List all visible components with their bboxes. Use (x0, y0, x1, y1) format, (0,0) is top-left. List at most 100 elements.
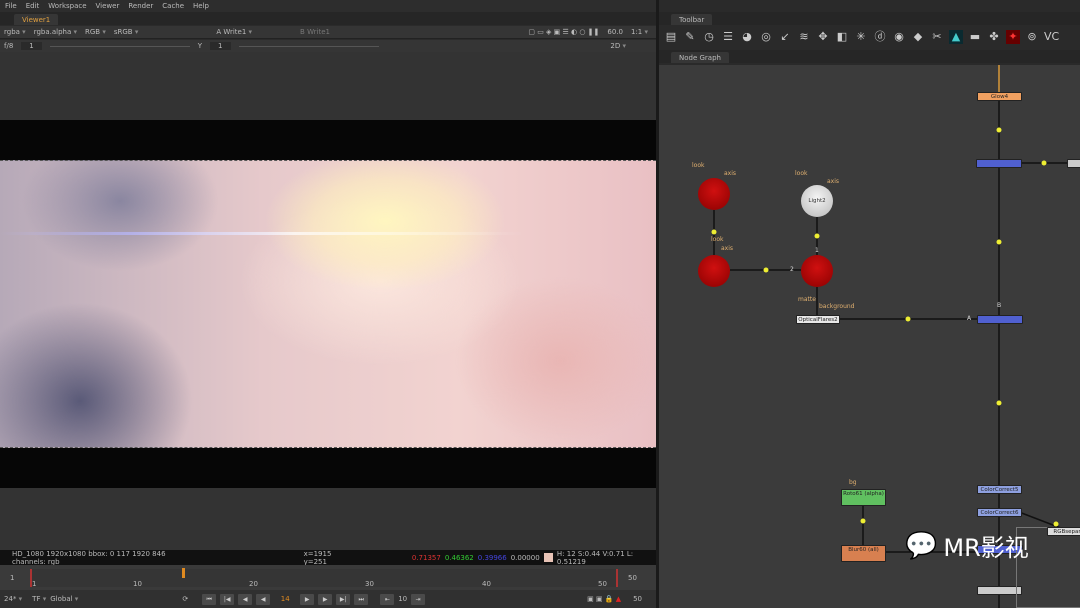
filter-icon[interactable]: ◎ (759, 30, 773, 44)
input-label-bg: bg (849, 479, 857, 486)
3d-icon[interactable]: ◧ (835, 30, 849, 44)
playhead[interactable] (182, 568, 185, 578)
zoom-select[interactable]: 1:1 (631, 28, 648, 36)
tab-viewer1[interactable]: Viewer1 (14, 14, 59, 25)
time-icon[interactable]: ◷ (702, 30, 716, 44)
menu-cache[interactable]: Cache (162, 2, 184, 10)
gamma-slider[interactable] (238, 45, 379, 47)
node-offscreen[interactable] (1067, 159, 1080, 168)
last-frame-button[interactable]: ⏭ (354, 593, 369, 605)
node-camera-2[interactable] (698, 255, 730, 287)
sapphire-icon[interactable]: ✦ (1006, 30, 1020, 44)
node-blur60[interactable]: Blur60 (all) (841, 545, 886, 562)
node-colorcorrect5[interactable]: ColorCorrect5 (977, 485, 1022, 494)
input-b-select[interactable]: B Write1 (300, 28, 330, 36)
tf-select[interactable]: TF (32, 595, 46, 603)
input-label-look: look (711, 236, 724, 243)
skip-back-button[interactable]: ⇤ (380, 593, 395, 605)
menu-workspace[interactable]: Workspace (48, 2, 86, 10)
plugin-icon[interactable]: ▲ (949, 30, 963, 44)
node-opticalflares2[interactable]: OpticalFlares2 (796, 315, 840, 324)
transform-icon[interactable]: ✥ (816, 30, 830, 44)
gamma-input[interactable]: 1 (210, 42, 231, 50)
input-label-look: look (692, 162, 705, 169)
cache-icon[interactable]: ⟳ (182, 595, 188, 603)
prev-frame-button[interactable]: ◀ (238, 593, 253, 605)
viewer-tools-icons[interactable]: ▢ ▭ ◈ ▣ ☰ ◐ ○ ❚❚ (528, 28, 599, 36)
first-frame-button[interactable]: ⏮ (202, 593, 217, 605)
deep-icon[interactable]: ⓓ (873, 30, 887, 44)
cursor-coords: x=1915 y=251 (303, 549, 332, 566)
draw-icon[interactable]: ✎ (683, 30, 697, 44)
menu-bar: File Edit Workspace Viewer Render Cache … (0, 0, 658, 12)
fps-select[interactable]: 24* (4, 595, 22, 603)
play-backward-button[interactable]: ◀ (256, 593, 271, 605)
lut-select[interactable]: sRGB (114, 28, 139, 36)
gain-input[interactable]: 1 (21, 42, 42, 50)
other-icon[interactable]: ▬ (968, 30, 982, 44)
input-label-matte: matte (798, 296, 816, 303)
toolsets-icon[interactable]: ✂ (930, 30, 944, 44)
node-colorcorrect6[interactable]: ColorCorrect6 (977, 508, 1022, 517)
menu-file[interactable]: File (5, 2, 17, 10)
view-mode-select[interactable]: 2D (610, 42, 626, 50)
node-merge-plus[interactable] (977, 315, 1023, 324)
menu-help[interactable]: Help (193, 2, 209, 10)
channels-select[interactable]: rgba (4, 28, 26, 36)
play-button[interactable]: ▶ (300, 593, 315, 605)
menu-viewer[interactable]: Viewer (96, 2, 120, 10)
tab-node-graph[interactable]: Node Graph (671, 52, 729, 63)
fps-field[interactable]: 60.0 (607, 28, 623, 36)
vc-icon[interactable]: VC (1044, 30, 1059, 44)
merge-icon[interactable]: ≋ (797, 30, 811, 44)
node-light2[interactable]: Light2 (801, 185, 833, 217)
furnace-icon[interactable]: ✤ (987, 30, 1001, 44)
menu-render[interactable]: Render (128, 2, 153, 10)
alpha-select[interactable]: rgba.alpha (34, 28, 77, 36)
input-label-background: background (819, 303, 855, 310)
viewer-tabbar: Viewer1 (0, 12, 656, 25)
frame-step[interactable]: 10 (398, 595, 407, 603)
next-key-button[interactable]: ▶| (336, 593, 351, 605)
prev-key-button[interactable]: |◀ (220, 593, 235, 605)
tab-toolbar[interactable]: Toolbar (671, 14, 713, 25)
next-frame-button[interactable]: ▶ (318, 593, 333, 605)
particles-icon[interactable]: ✳ (854, 30, 868, 44)
input-label-axis: axis (724, 170, 737, 177)
input-a-select[interactable]: A Write1 (216, 28, 252, 36)
node-glow4[interactable]: Glow4 (977, 92, 1022, 101)
format-info: HD_1080 1920x1080 bbox: 0 117 1920 846 c… (12, 549, 166, 566)
channel-icon[interactable]: ☰ (721, 30, 735, 44)
tick-label: 30 (365, 580, 374, 588)
input-label-axis: axis (827, 178, 840, 185)
opticalflares-icon[interactable]: ⊚ (1025, 30, 1039, 44)
timeline-end[interactable]: 50 (628, 574, 637, 582)
viewer-canvas[interactable] (0, 52, 656, 550)
node-graph-canvas[interactable]: Glow4 Light2 look axis look axis look ax… (659, 65, 1080, 608)
skip-forward-button[interactable]: ⇥ (411, 593, 426, 605)
tick-label: 20 (249, 580, 258, 588)
color-icon[interactable]: ◕ (740, 30, 754, 44)
input-label-b: B (997, 302, 1002, 309)
image-icon[interactable]: ▤ (664, 30, 678, 44)
tick-label: 1 (32, 580, 37, 588)
keyer-icon[interactable]: ↙ (778, 30, 792, 44)
viewer-options-icons[interactable]: ▣ ▣ 🔒 ▲ (587, 595, 621, 603)
current-frame[interactable]: 14 (274, 595, 296, 603)
scope-select[interactable]: Global (50, 595, 78, 603)
gain-slider[interactable] (49, 45, 190, 47)
menu-edit[interactable]: Edit (26, 2, 40, 10)
timeline-start[interactable]: 1 (10, 574, 14, 582)
playback-controls: 24* TF Global ⟳ ⏮ |◀ ◀ ◀ 14 ▶ ▶ ▶| ⏭ ⇤ 1… (0, 590, 656, 608)
timeline-track[interactable] (30, 569, 618, 587)
node-scene[interactable] (801, 255, 833, 287)
node-roto61[interactable]: Roto61 (alpha) (841, 489, 886, 506)
node-rgbseparate[interactable]: RGBsepar (1047, 527, 1080, 536)
display-select[interactable]: RGB (85, 28, 106, 36)
end-frame[interactable]: 50 (633, 595, 642, 603)
node-merge-disabled[interactable] (976, 159, 1022, 168)
node-camera[interactable] (698, 178, 730, 210)
metadata-icon[interactable]: ◆ (911, 30, 925, 44)
views-icon[interactable]: ◉ (892, 30, 906, 44)
timeline[interactable]: 1 1 10 20 30 40 50 50 (0, 565, 656, 590)
